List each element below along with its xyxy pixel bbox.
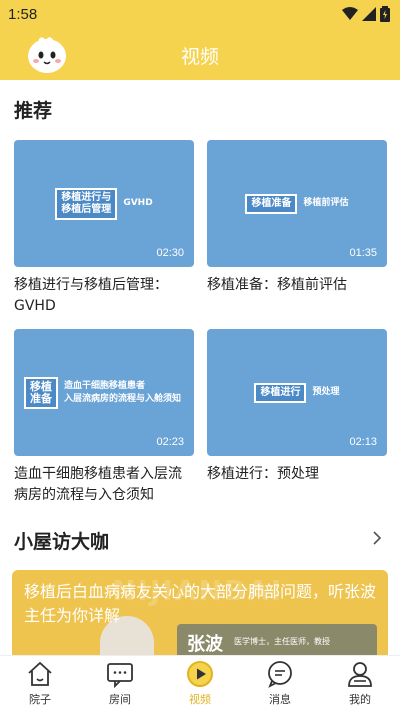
page-title: 视频 [180, 46, 219, 68]
video-subtitle: GVHD [123, 198, 153, 208]
status-time: 1:58 [8, 5, 38, 23]
tab-label: 房间 [109, 693, 131, 706]
video-duration: 02:23 [156, 436, 184, 448]
interview-banner[interactable]: NIJIANBAI 张波 医学博士，主任医师，教授 移植后白血病病友关心的大部分… [12, 570, 388, 660]
video-thumbnail[interactable]: 移植进行与 移植后管理 GVHD 02:30 [14, 140, 194, 267]
video-title[interactable]: 移植进行与移植后管理：GVHD [14, 275, 194, 317]
home-icon [28, 661, 52, 686]
section-title-recommend: 推荐 [14, 100, 53, 122]
video-card[interactable]: 移植进行 预处理 02:13 移植进行：预处理 [207, 329, 387, 485]
video-card[interactable]: 移植准备 移植前评估 01:35 移植准备：移植前评估 [207, 140, 387, 296]
video-tag: 移植进行与 移植后管理 [55, 187, 118, 220]
tab-label: 消息 [269, 693, 291, 706]
video-duration: 02:13 [349, 436, 377, 448]
video-subtitle: 移植前评估 [303, 198, 349, 208]
bottom-tab-bar: 院子 房间 视频 消息 我的 [0, 655, 400, 712]
wifi-icon [342, 7, 358, 20]
video-duration: 02:30 [156, 247, 184, 259]
video-tag: 移植进行 [254, 382, 307, 403]
video-tag: 移植 准备 [24, 376, 58, 409]
video-thumbnail[interactable]: 移植进行 预处理 02:13 [207, 329, 387, 456]
tab-label: 院子 [29, 693, 51, 706]
video-card[interactable]: 移植 准备 造血干细胞移植患者 入层流病房的流程与入舱须知 02:23 造血干细… [14, 329, 194, 506]
app-bar: 视频 [0, 28, 400, 80]
tab-room[interactable]: 房间 [80, 656, 160, 712]
status-icons [342, 6, 390, 22]
tab-label: 视频 [189, 693, 211, 706]
video-thumbnail[interactable]: 移植 准备 造血干细胞移植患者 入层流病房的流程与入舱须知 02:23 [14, 329, 194, 456]
tab-profile[interactable]: 我的 [320, 656, 400, 712]
speaker-name: 张波 [187, 634, 223, 655]
signal-icon [362, 7, 376, 21]
video-subtitle: 预处理 [312, 387, 340, 397]
play-icon [187, 661, 213, 687]
status-bar: 1:58 [0, 0, 400, 28]
battery-icon [380, 6, 390, 22]
speaker-title: 医学博士，主任医师，教授 [234, 637, 330, 646]
video-card[interactable]: 移植进行与 移植后管理 GVHD 02:30 移植进行与移植后管理：GVHD [14, 140, 194, 317]
video-title[interactable]: 造血干细胞移植患者入层流病房的流程与入仓须知 [14, 464, 194, 506]
message-icon [268, 661, 292, 688]
video-thumbnail[interactable]: 移植准备 移植前评估 01:35 [207, 140, 387, 267]
chevron-right-icon[interactable] [372, 531, 382, 545]
tab-courtyard[interactable]: 院子 [0, 656, 80, 712]
video-title[interactable]: 移植准备：移植前评估 [207, 275, 387, 296]
tab-messages[interactable]: 消息 [240, 656, 320, 712]
user-icon [348, 662, 372, 687]
video-duration: 01:35 [349, 247, 377, 259]
chat-room-icon [107, 663, 133, 688]
section-title-visit: 小屋访大咖 [14, 531, 110, 553]
tab-video[interactable]: 视频 [160, 656, 240, 712]
tab-label: 我的 [349, 693, 371, 706]
video-subtitle: 造血干细胞移植患者 入层流病房的流程与入舱须知 [64, 380, 182, 404]
banner-caption: 移植后白血病病友关心的大部分肺部问题，听张波主任为你详解 [24, 582, 377, 625]
video-title[interactable]: 移植进行：预处理 [207, 464, 387, 485]
video-tag: 移植准备 [245, 193, 298, 214]
